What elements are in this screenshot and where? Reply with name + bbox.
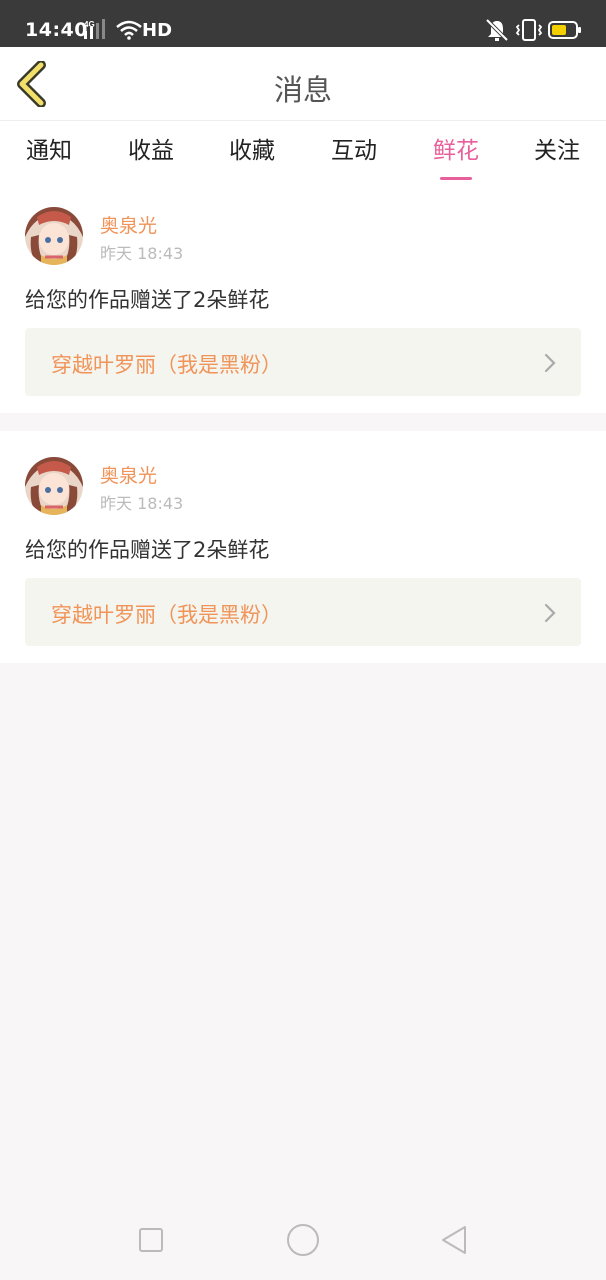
tab-label: 收藏 xyxy=(229,138,275,164)
avatar[interactable] xyxy=(25,457,83,515)
message-text: 给您的作品赠送了2朵鲜花 xyxy=(25,288,270,312)
tab-favorites[interactable]: 收藏 xyxy=(212,131,292,165)
sender-name[interactable]: 奥泉光 xyxy=(100,211,157,238)
tab-interactions[interactable]: 互动 xyxy=(314,131,394,165)
page-title: 消息 xyxy=(273,73,332,107)
cellular-signal-icon: 4G xyxy=(84,19,105,39)
work-link[interactable]: 穿越叶罗丽（我是黑粉） xyxy=(25,578,581,646)
avatar[interactable] xyxy=(25,207,83,265)
active-tab-indicator xyxy=(440,177,472,180)
message-card: 奥泉光 昨天 18:43 给您的作品赠送了2朵鲜花 穿越叶罗丽（我是黑粉） xyxy=(0,431,606,663)
work-title: 穿越叶罗丽（我是黑粉） xyxy=(51,603,282,627)
chevron-right-icon xyxy=(544,353,556,373)
header-bar: 消息 xyxy=(0,47,606,121)
vibrate-icon xyxy=(515,19,543,41)
tab-label: 鲜花 xyxy=(433,138,479,164)
tab-following[interactable]: 关注 xyxy=(517,131,597,165)
tab-earnings[interactable]: 收益 xyxy=(111,131,191,165)
tab-bar: 通知 收益 收藏 互动 鲜花 关注 xyxy=(0,121,606,181)
work-link[interactable]: 穿越叶罗丽（我是黑粉） xyxy=(25,328,581,396)
back-icon[interactable] xyxy=(440,1224,468,1256)
work-title: 穿越叶罗丽（我是黑粉） xyxy=(51,353,282,377)
tab-label: 关注 xyxy=(534,138,580,164)
notifications-off-icon xyxy=(485,18,509,42)
message-time: 昨天 18:43 xyxy=(100,494,184,513)
network-type-label: 4G xyxy=(84,20,95,29)
status-time: 14:40 xyxy=(25,19,88,41)
battery-icon xyxy=(548,21,581,39)
tab-flowers[interactable]: 鲜花 xyxy=(416,131,496,180)
message-time: 昨天 18:43 xyxy=(100,244,184,263)
sender-name[interactable]: 奥泉光 xyxy=(100,461,157,488)
wifi-icon xyxy=(116,20,142,40)
tab-label: 互动 xyxy=(331,138,377,164)
message-text: 给您的作品赠送了2朵鲜花 xyxy=(25,538,270,562)
hd-label: HD xyxy=(142,20,173,41)
tab-label: 通知 xyxy=(26,138,72,164)
chevron-right-icon xyxy=(544,603,556,623)
message-card: 奥泉光 昨天 18:43 给您的作品赠送了2朵鲜花 穿越叶罗丽（我是黑粉） xyxy=(0,181,606,413)
status-bar: 14:40 4G HD xyxy=(0,0,606,47)
recent-apps-icon[interactable] xyxy=(139,1228,163,1252)
system-nav-bar xyxy=(0,1200,606,1280)
tab-label: 收益 xyxy=(128,138,174,164)
home-icon[interactable] xyxy=(287,1224,319,1256)
tab-notifications[interactable]: 通知 xyxy=(9,131,89,165)
